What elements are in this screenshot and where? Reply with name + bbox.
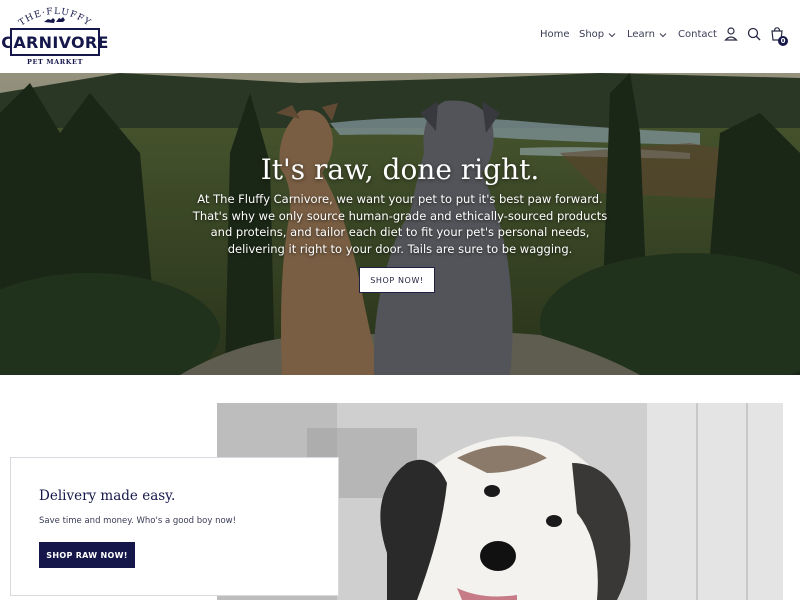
logo-arc: THE·FLUFFY <box>17 7 92 28</box>
hero-shop-now-button[interactable]: SHOP NOW! <box>359 267 435 293</box>
hero-banner: It's raw, done right. At The Fluffy Carn… <box>0 73 800 375</box>
brand-logo[interactable]: THE·FLUFFY CARNIVORE PET MARKET <box>1 6 108 68</box>
search-icon[interactable] <box>746 26 762 42</box>
logo-mark: CARNIVORE <box>1 28 108 56</box>
nav-learn-label: Learn <box>627 29 655 40</box>
nav-contact[interactable]: Contact <box>678 29 717 40</box>
hero-description: At The Fluffy Carnivore, we want your pe… <box>192 192 608 256</box>
account-icon[interactable] <box>723 26 739 42</box>
nav-shop-label: Shop <box>579 29 605 40</box>
nav-learn[interactable]: Learn <box>627 29 667 40</box>
logo-tagline: PET MARKET <box>26 58 84 66</box>
promo-title: Delivery made easy. <box>39 488 176 504</box>
chevron-down-icon <box>608 32 616 37</box>
logo-wordmark: CARNIVORE <box>1 32 109 52</box>
chevron-down-icon <box>659 32 667 37</box>
nav-contact-label: Contact <box>678 29 717 40</box>
nav-shop[interactable]: Shop <box>579 29 616 40</box>
shop-raw-now-button[interactable]: SHOP RAW NOW! <box>39 542 135 568</box>
site-header: THE·FLUFFY CARNIVORE PET MARKET Home Sho… <box>0 0 800 73</box>
cart-count-badge: 0 <box>778 36 788 46</box>
nav-home-label: Home <box>540 29 570 40</box>
nav-home[interactable]: Home <box>540 29 570 40</box>
delivery-promo-card: Delivery made easy. Save time and money.… <box>10 457 339 596</box>
promo-subtitle: Save time and money. Who's a good boy no… <box>39 516 237 526</box>
hero-title: It's raw, done right. <box>260 153 540 186</box>
svg-text:THE·FLUFFY: THE·FLUFFY <box>17 7 92 28</box>
